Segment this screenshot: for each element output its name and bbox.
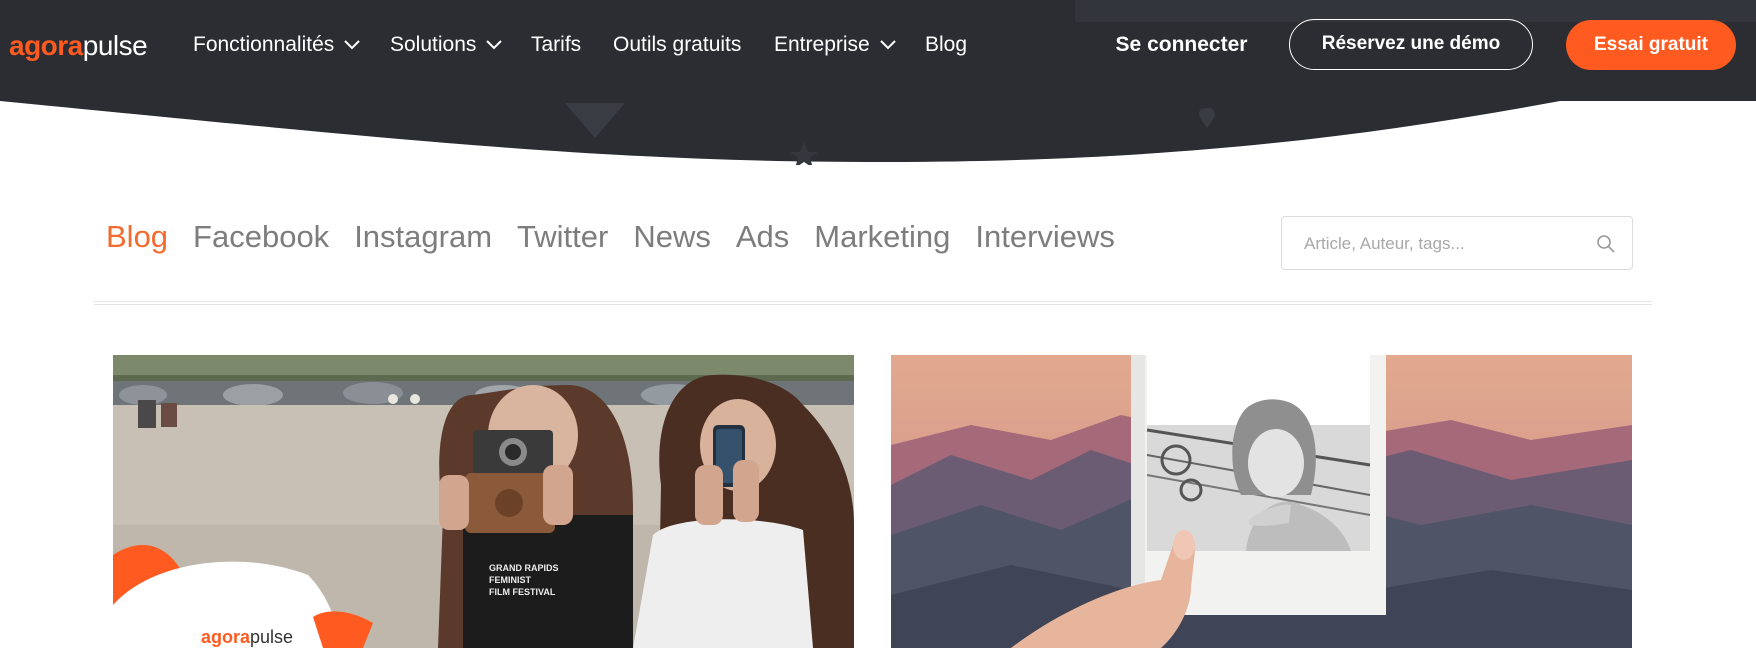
category-tab-twitter[interactable]: Twitter [517, 217, 608, 257]
category-tab-ads[interactable]: Ads [736, 217, 789, 257]
nav-label: Solutions [390, 33, 477, 56]
nav-item-tarifs[interactable]: Tarifs [531, 31, 581, 59]
nav-label: Fonctionnalités [193, 33, 335, 56]
category-tab-news[interactable]: News [633, 217, 711, 257]
logo-pulse-text: pulse [82, 30, 148, 61]
book-demo-button[interactable]: Réservez une démo [1289, 19, 1533, 70]
free-trial-button[interactable]: Essai gratuit [1566, 20, 1736, 70]
search-icon[interactable] [1596, 234, 1616, 254]
category-tab-interviews[interactable]: Interviews [975, 217, 1115, 257]
article-image-women-camera: GRAND RAPIDS FEMINIST FILM FESTIVAL [113, 355, 854, 648]
search-input[interactable] [1302, 217, 1586, 271]
site-header: agorapulse Fonctionnalités Solutions Tar… [0, 0, 1756, 165]
nav-item-fonctionnalites[interactable]: Fonctionnalités [193, 31, 360, 59]
shirt-text-line-1: GRAND RAPIDS [489, 563, 559, 573]
section-divider [94, 301, 1652, 305]
badge-pulse-text: pulse [250, 627, 294, 647]
login-button[interactable]: Se connecter [1099, 28, 1264, 62]
nav-item-entreprise[interactable]: Entreprise [774, 31, 896, 59]
nav-label: Entreprise [774, 33, 870, 56]
agorapulse-logo[interactable]: agorapulse [9, 27, 148, 65]
nav-item-blog[interactable]: Blog [925, 31, 967, 59]
shirt-text-line-3: FILM FESTIVAL [489, 587, 556, 597]
category-tab-blog[interactable]: Blog [106, 217, 168, 257]
article-card-1[interactable]: GRAND RAPIDS FEMINIST FILM FESTIVAL agor… [113, 355, 854, 648]
category-tab-marketing[interactable]: Marketing [814, 217, 950, 257]
chevron-down-icon [880, 40, 896, 50]
badge-agora-text: agora [201, 627, 251, 647]
nav-item-outils-gratuits[interactable]: Outils gratuits [613, 31, 741, 59]
search-box [1281, 216, 1633, 271]
category-tab-instagram[interactable]: Instagram [354, 217, 492, 257]
agorapulse-badge-logo: agorapulse [201, 627, 293, 648]
chevron-down-icon [344, 40, 360, 50]
nav-label: Tarifs [531, 33, 582, 56]
article-card-2[interactable] [891, 355, 1632, 648]
article-image-polaroid-portrait [891, 355, 1632, 648]
chevron-down-icon [486, 40, 503, 50]
shirt-text-line-2: FEMINIST [489, 575, 532, 585]
category-tab-facebook[interactable]: Facebook [193, 217, 329, 257]
nav-label: Blog [925, 33, 968, 56]
nav-item-solutions[interactable]: Solutions [390, 31, 503, 59]
logo-agora-text: agora [9, 30, 83, 61]
nav-label: Outils gratuits [613, 33, 742, 56]
category-tabs: Blog Facebook Instagram Twitter News Ads… [106, 217, 1140, 257]
